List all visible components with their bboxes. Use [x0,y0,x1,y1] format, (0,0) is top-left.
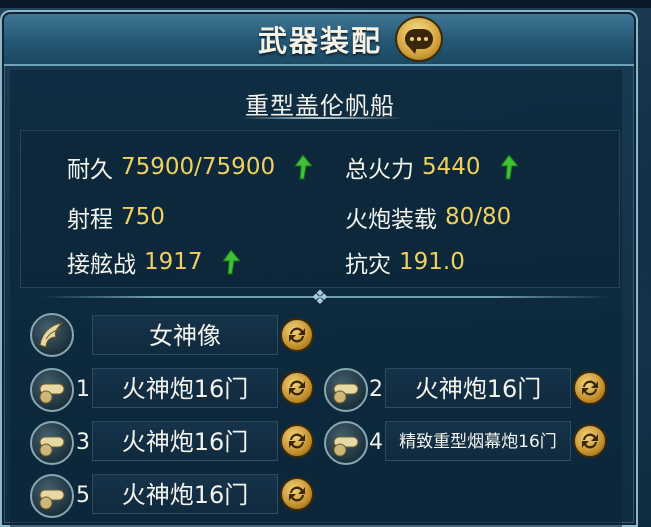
up-arrow-icon [294,154,314,180]
cannon-slot-1[interactable]: 火神炮16门 [92,368,278,408]
swap-button-4[interactable] [573,424,607,458]
stat-firepower: 总火力 5440 [345,150,519,184]
stat-label: 耐久 [67,157,113,183]
cannon-slot-3[interactable]: 火神炮16门 [92,421,278,461]
swap-button-2[interactable] [573,371,607,405]
cannon-icon [30,368,74,412]
stat-value: 5440 [422,154,481,180]
stat-value: 191.0 [399,249,465,275]
cannon-slot-2[interactable]: 火神炮16门 [385,368,571,408]
swap-icon [289,486,305,502]
up-arrow-icon [499,154,519,180]
swap-icon [289,327,305,343]
swap-icon [582,380,598,396]
stat-value: 80/80 [445,204,512,230]
divider-ornament-icon: ❖ [311,285,329,309]
chat-button[interactable] [395,16,443,62]
swap-button-1[interactable] [280,371,314,405]
ship-name: 重型盖伦帆船 [245,92,395,120]
stat-label: 抗灾 [345,252,391,278]
slot-number: 4 [369,430,383,455]
speech-bubble-icon [405,29,433,54]
slot-number: 1 [76,377,90,402]
cannon-icon [30,421,74,465]
stat-label: 射程 [67,207,113,233]
stat-label: 接舷战 [67,252,136,278]
stat-disaster-resist: 抗灾 191.0 [345,245,465,279]
wing-icon [30,313,74,357]
top-bar [0,0,651,8]
stat-durability: 耐久 75900/75900 [67,150,314,184]
stat-cannon-load: 火炮装载 80/80 [345,200,511,234]
cannon-icon [324,368,368,412]
swap-button-figurehead[interactable] [280,318,314,352]
swap-icon [289,433,305,449]
cannon-slot-4[interactable]: 精致重型烟幕炮16门 [385,421,571,461]
stat-value: 750 [121,204,165,230]
stat-label: 火炮装载 [345,207,437,233]
swap-icon [582,433,598,449]
swap-button-3[interactable] [280,424,314,458]
slot-number: 5 [76,483,90,508]
stat-range: 射程 750 [67,200,165,234]
cannon-slot-5[interactable]: 火神炮16门 [92,474,278,514]
cannon-icon [324,421,368,465]
swap-button-5[interactable] [280,477,314,511]
up-arrow-icon [221,249,241,275]
stat-boarding: 接舷战 1917 [67,245,241,279]
page-title: 武器装配 [257,24,382,58]
ship-name-underline [241,117,403,119]
slot-number: 2 [369,377,383,402]
figurehead-slot[interactable]: 女神像 [92,315,278,355]
stat-value: 1917 [144,249,203,275]
stat-label: 总火力 [345,157,414,183]
stat-value: 75900/75900 [121,154,276,180]
cannon-icon [30,474,74,518]
slot-number: 3 [76,430,90,455]
swap-icon [289,380,305,396]
